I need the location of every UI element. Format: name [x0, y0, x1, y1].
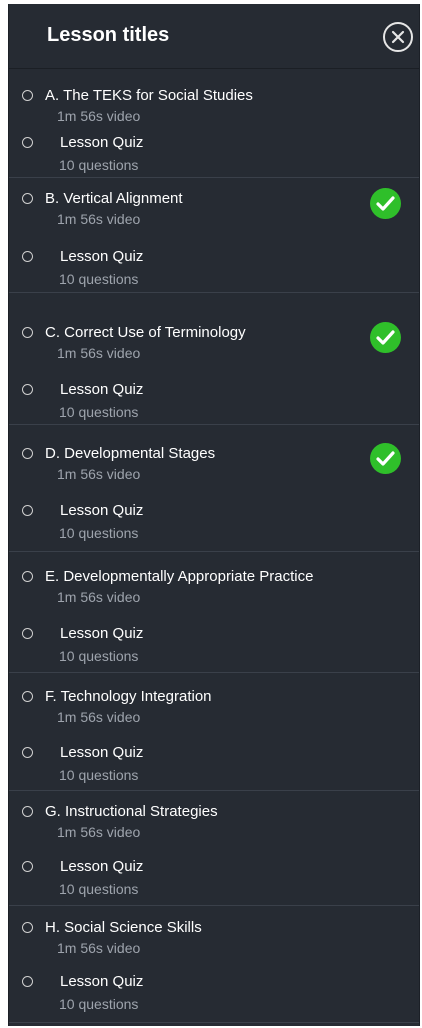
- radio-circle-icon[interactable]: [22, 384, 33, 395]
- lesson-duration: 1m 56s video: [57, 709, 141, 725]
- radio-circle-icon[interactable]: [22, 90, 33, 101]
- radio-circle-icon[interactable]: [22, 628, 33, 639]
- lesson-group: H. Social Science Skills 1m 56s video Le…: [9, 906, 419, 1023]
- lesson-group: B. Vertical Alignment 1m 56s video Lesso…: [9, 178, 419, 293]
- close-button[interactable]: [383, 22, 413, 52]
- quiz-title: Lesson Quiz: [60, 973, 144, 990]
- radio-circle-icon[interactable]: [22, 448, 33, 459]
- lesson-item[interactable]: G. Instructional Strategies 1m 56s video: [9, 803, 419, 843]
- quiz-item[interactable]: Lesson Quiz 10 questions: [9, 248, 419, 288]
- radio-circle-icon[interactable]: [22, 861, 33, 872]
- radio-circle-icon[interactable]: [22, 505, 33, 516]
- quiz-title: Lesson Quiz: [60, 625, 144, 642]
- page-title: Lesson titles: [47, 24, 170, 46]
- quiz-title: Lesson Quiz: [60, 248, 144, 265]
- radio-circle-icon[interactable]: [22, 691, 33, 702]
- quiz-count: 10 questions: [59, 767, 139, 783]
- lesson-item[interactable]: C. Correct Use of Terminology 1m 56s vid…: [9, 322, 419, 364]
- quiz-title: Lesson Quiz: [60, 744, 144, 761]
- radio-circle-icon[interactable]: [22, 976, 33, 987]
- lesson-duration: 1m 56s video: [57, 824, 141, 840]
- quiz-item[interactable]: Lesson Quiz 10 questions: [9, 744, 419, 784]
- close-icon: [391, 30, 405, 44]
- quiz-count: 10 questions: [59, 881, 139, 897]
- lesson-panel: Lesson titles A. The TEKS for Social Stu…: [8, 4, 420, 1026]
- lesson-title: F. Technology Integration: [45, 688, 212, 705]
- lesson-item[interactable]: D. Developmental Stages 1m 56s video: [9, 443, 419, 485]
- check-circle-icon: [370, 443, 401, 474]
- lesson-group: D. Developmental Stages 1m 56s video Les…: [9, 425, 419, 552]
- lesson-duration: 1m 56s video: [57, 211, 141, 227]
- quiz-title: Lesson Quiz: [60, 134, 144, 151]
- lesson-item[interactable]: B. Vertical Alignment 1m 56s video: [9, 188, 419, 230]
- radio-circle-icon[interactable]: [22, 193, 33, 204]
- lesson-title: A. The TEKS for Social Studies: [45, 87, 253, 104]
- lesson-item[interactable]: H. Social Science Skills 1m 56s video: [9, 919, 419, 959]
- quiz-count: 10 questions: [59, 525, 139, 541]
- quiz-item[interactable]: Lesson Quiz 10 questions: [9, 973, 419, 1013]
- quiz-count: 10 questions: [59, 996, 139, 1012]
- quiz-item[interactable]: Lesson Quiz 10 questions: [9, 858, 419, 898]
- quiz-count: 10 questions: [59, 648, 139, 664]
- quiz-item[interactable]: Lesson Quiz 10 questions: [9, 381, 419, 421]
- radio-circle-icon[interactable]: [22, 806, 33, 817]
- lesson-title: G. Instructional Strategies: [45, 803, 218, 820]
- lesson-title: B. Vertical Alignment: [45, 190, 183, 207]
- quiz-item[interactable]: Lesson Quiz 10 questions: [9, 625, 419, 665]
- quiz-title: Lesson Quiz: [60, 381, 144, 398]
- lesson-duration: 1m 56s video: [57, 108, 141, 124]
- quiz-item[interactable]: Lesson Quiz 10 questions: [9, 502, 419, 542]
- lesson-title: C. Correct Use of Terminology: [45, 324, 246, 341]
- lesson-item[interactable]: F. Technology Integration 1m 56s video: [9, 688, 419, 728]
- lesson-group: C. Correct Use of Terminology 1m 56s vid…: [9, 293, 419, 425]
- lesson-duration: 1m 56s video: [57, 940, 141, 956]
- radio-circle-icon[interactable]: [22, 251, 33, 262]
- radio-circle-icon[interactable]: [22, 327, 33, 338]
- radio-circle-icon[interactable]: [22, 571, 33, 582]
- check-circle-icon: [370, 322, 401, 353]
- lesson-duration: 1m 56s video: [57, 589, 141, 605]
- radio-circle-icon[interactable]: [22, 922, 33, 933]
- quiz-count: 10 questions: [59, 404, 139, 420]
- check-circle-icon: [370, 188, 401, 219]
- lesson-group: A. The TEKS for Social Studies 1m 56s vi…: [9, 70, 419, 178]
- quiz-item[interactable]: Lesson Quiz 10 questions: [9, 134, 419, 174]
- lesson-duration: 1m 56s video: [57, 345, 141, 361]
- lesson-group: F. Technology Integration 1m 56s video L…: [9, 673, 419, 791]
- panel-header: Lesson titles: [9, 4, 419, 69]
- quiz-count: 10 questions: [59, 271, 139, 287]
- lesson-title: H. Social Science Skills: [45, 919, 202, 936]
- quiz-title: Lesson Quiz: [60, 858, 144, 875]
- radio-circle-icon[interactable]: [22, 137, 33, 148]
- lesson-group: G. Instructional Strategies 1m 56s video…: [9, 791, 419, 906]
- lesson-item[interactable]: E. Developmentally Appropriate Practice …: [9, 568, 419, 608]
- lesson-group: E. Developmentally Appropriate Practice …: [9, 552, 419, 673]
- lesson-title: E. Developmentally Appropriate Practice: [45, 568, 314, 585]
- quiz-count: 10 questions: [59, 157, 139, 173]
- lesson-title: D. Developmental Stages: [45, 445, 216, 462]
- radio-circle-icon[interactable]: [22, 747, 33, 758]
- lesson-item[interactable]: A. The TEKS for Social Studies 1m 56s vi…: [9, 87, 419, 127]
- quiz-title: Lesson Quiz: [60, 502, 144, 519]
- lesson-duration: 1m 56s video: [57, 466, 141, 482]
